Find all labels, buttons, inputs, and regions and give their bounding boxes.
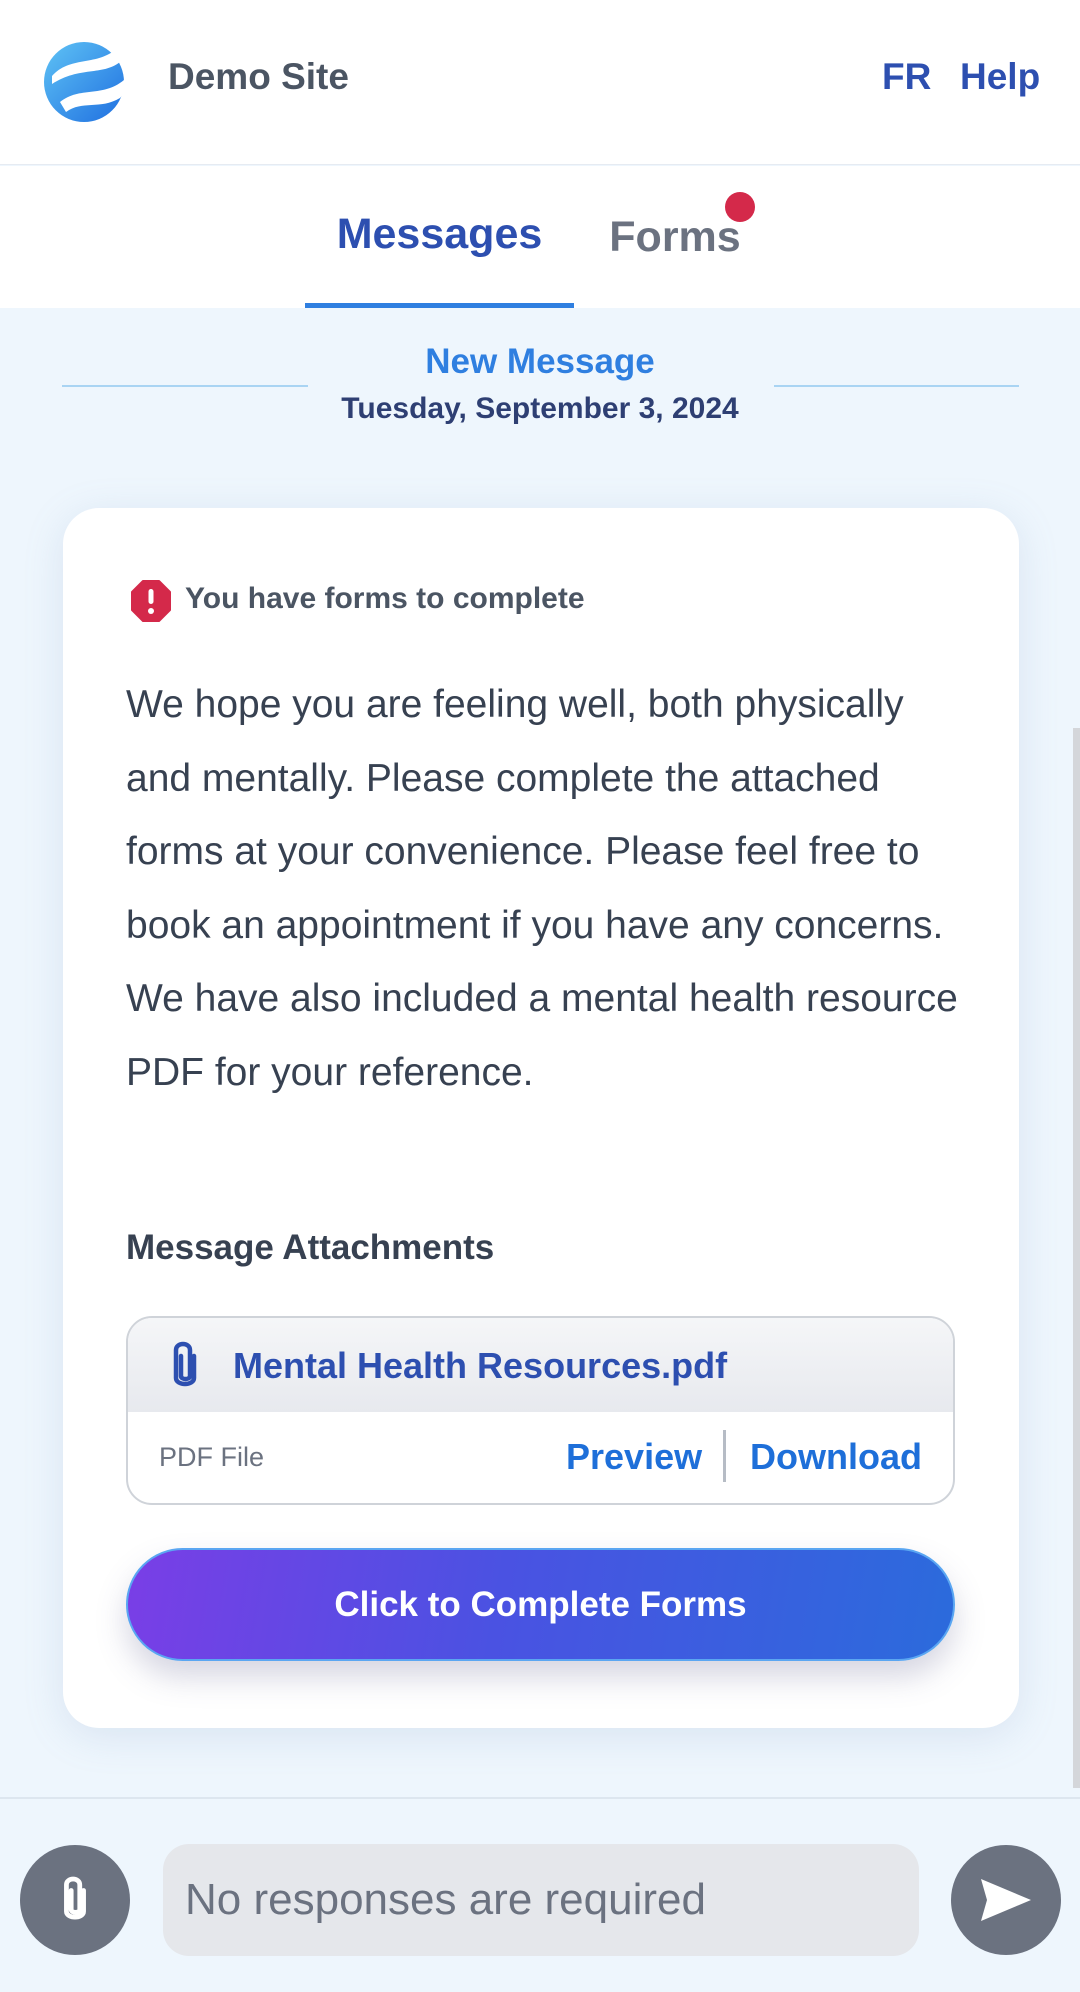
forms-notification-badge (725, 192, 755, 222)
forms-alert-text: You have forms to complete (185, 582, 585, 615)
download-link[interactable]: Download (750, 1436, 922, 1478)
attachment-filename-link[interactable]: Mental Health Resources.pdf (233, 1345, 727, 1387)
paperclip-icon (173, 1341, 197, 1387)
complete-forms-button[interactable]: Click to Complete Forms (126, 1548, 955, 1661)
site-name: Demo Site (168, 56, 349, 97)
tab-messages[interactable]: Messages (305, 166, 574, 308)
attach-file-button[interactable] (20, 1845, 130, 1955)
separator-line-left (62, 385, 308, 387)
tab-bar: Messages Forms (0, 166, 1080, 308)
help-link[interactable]: Help (960, 56, 1040, 98)
message-date: Tuesday, September 3, 2024 (341, 392, 739, 425)
send-icon (981, 1879, 1031, 1921)
preview-link[interactable]: Preview (566, 1436, 702, 1478)
new-message-heading: New Message (425, 342, 655, 381)
header: Demo Site FR Help (0, 0, 1080, 165)
language-toggle-link[interactable]: FR (882, 56, 931, 98)
scrollbar[interactable] (1073, 728, 1080, 1788)
tab-forms[interactable]: Forms (600, 166, 750, 308)
message-card: You have forms to complete We hope you a… (63, 508, 1019, 1728)
link-divider (723, 1430, 726, 1482)
paperclip-icon (64, 1876, 86, 1920)
send-button[interactable] (951, 1845, 1061, 1955)
attachment-file-type: PDF File (159, 1442, 265, 1472)
app: Demo Site FR Help Messages Forms New Mes… (0, 0, 1080, 1992)
attachments-heading: Message Attachments (126, 1228, 495, 1267)
attachment-header: Mental Health Resources.pdf (128, 1318, 953, 1412)
attachment-item: Mental Health Resources.pdf PDF File Pre… (126, 1316, 955, 1505)
alert-octagon-icon (131, 580, 171, 622)
message-body: We hope you are feeling well, both physi… (126, 683, 958, 1094)
composer-bar (0, 1797, 1080, 1992)
site-logo (44, 42, 125, 122)
separator-line-right (774, 385, 1019, 387)
reply-input[interactable] (163, 1844, 919, 1956)
